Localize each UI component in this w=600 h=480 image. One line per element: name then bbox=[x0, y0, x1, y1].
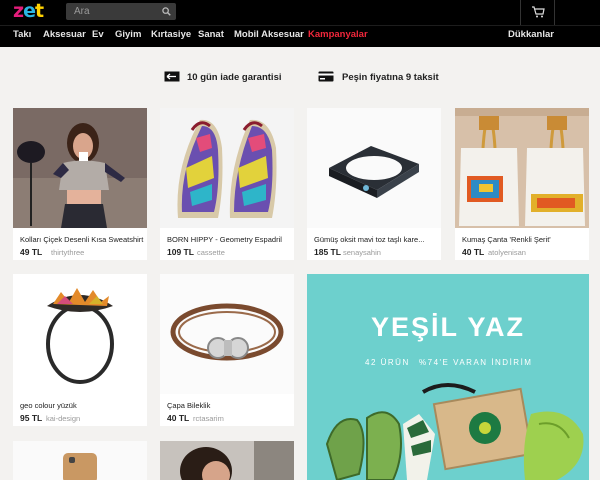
nav-item-mobil-aksesuar[interactable]: Mobil Aksesuar bbox=[234, 29, 304, 41]
product-title[interactable]: Kolları Çiçek Desenli Kısa Sweatshirt bbox=[20, 235, 143, 245]
product-price: 109 TL bbox=[167, 247, 194, 257]
nav-item-sanat[interactable]: Sanat bbox=[198, 29, 224, 41]
product-card[interactable] bbox=[13, 441, 147, 480]
product-image-portrait[interactable] bbox=[160, 441, 294, 480]
top-bar: zet Ara bbox=[0, 0, 600, 25]
nav-item-aksesuar[interactable]: Aksesuar bbox=[43, 29, 86, 41]
product-image-sweatshirt[interactable] bbox=[13, 108, 147, 228]
nav-item-kampanyalar[interactable]: Kampanyalar bbox=[308, 29, 368, 41]
guarantee-return: 10 gün iade garantisi bbox=[187, 72, 282, 83]
product-image-espadrille[interactable] bbox=[160, 108, 294, 228]
product-image-phone-case[interactable] bbox=[13, 441, 147, 480]
product-card[interactable]: BORN HIPPY - Geometry Espadril 109 TL ca… bbox=[160, 108, 294, 260]
nav-item-dukkanlar[interactable]: Dükkanlar bbox=[508, 29, 554, 41]
banner-product-count: 42 ÜRÜN bbox=[365, 358, 410, 367]
logo-letter-e: e bbox=[23, 0, 36, 22]
banner-title: YEŞİL YAZ bbox=[370, 312, 526, 342]
nav-item-ev[interactable]: Ev bbox=[92, 29, 104, 41]
product-title[interactable]: Kumaş Çanta 'Renkli Şerit' bbox=[462, 235, 551, 245]
product-card[interactable]: geo colour yüzük 95 TL kai-design bbox=[13, 274, 147, 426]
category-nav: Takı Aksesuar Ev Giyim Kırtasiye Sanat M… bbox=[0, 25, 600, 47]
product-seller[interactable]: senaysahin bbox=[343, 247, 381, 258]
product-price: 40 TL bbox=[167, 413, 190, 423]
search-box[interactable]: Ara bbox=[66, 3, 176, 20]
banner-discount: %74'E VARAN İNDİRİM bbox=[419, 358, 533, 367]
product-seller[interactable]: thirtythree bbox=[51, 247, 84, 258]
nav-item-kirtasiye[interactable]: Kırtasiye bbox=[151, 29, 191, 41]
cart-button[interactable] bbox=[520, 0, 555, 25]
return-arrow-icon bbox=[164, 71, 180, 82]
product-price: 40 TL bbox=[462, 247, 485, 257]
product-image-silver-ring[interactable] bbox=[307, 108, 441, 228]
zet-logo[interactable]: zet bbox=[13, 0, 44, 22]
product-card[interactable]: Gümüş oksit mavi toz taşlı kare... 185 T… bbox=[307, 108, 441, 260]
product-seller[interactable]: atolyenisan bbox=[488, 247, 526, 258]
product-image-anchor-bracelet[interactable] bbox=[160, 274, 294, 394]
product-seller[interactable]: kai-design bbox=[46, 413, 80, 424]
product-card[interactable]: Kumaş Çanta 'Renkli Şerit' 40 TL atolyen… bbox=[455, 108, 589, 260]
product-seller[interactable]: cassette bbox=[197, 247, 225, 258]
product-image-tote-bags[interactable] bbox=[455, 108, 589, 228]
search-icon[interactable] bbox=[162, 7, 171, 16]
product-card[interactable] bbox=[160, 441, 294, 480]
product-price: 49 TL bbox=[20, 247, 43, 257]
product-title[interactable]: Gümüş oksit mavi toz taşlı kare... bbox=[314, 235, 424, 245]
product-image-geo-ring[interactable] bbox=[13, 274, 147, 394]
cart-icon bbox=[532, 6, 545, 18]
product-card[interactable]: Çapa Bileklik 40 TL rctasarim bbox=[160, 274, 294, 426]
product-price: 95 TL bbox=[20, 413, 43, 423]
credit-card-icon bbox=[318, 71, 334, 82]
logo-letter-t: t bbox=[34, 0, 44, 22]
product-title[interactable]: Çapa Bileklik bbox=[167, 401, 210, 411]
nav-item-giyim[interactable]: Giyim bbox=[115, 29, 141, 41]
search-input[interactable]: Ara bbox=[74, 5, 90, 18]
guarantee-installment: Peşin fiyatına 9 taksit bbox=[342, 72, 439, 83]
product-title[interactable]: geo colour yüzük bbox=[20, 401, 77, 411]
nav-item-taki[interactable]: Takı bbox=[13, 29, 31, 41]
product-price: 185 TL bbox=[314, 247, 341, 257]
banner-illustration bbox=[325, 383, 584, 480]
product-title[interactable]: BORN HIPPY - Geometry Espadril bbox=[167, 235, 282, 245]
campaign-banner[interactable]: YEŞİL YAZ 42 ÜRÜN %74'E VARAN İNDİRİM bbox=[307, 274, 589, 480]
logo-letter-z: z bbox=[13, 0, 24, 22]
product-card[interactable]: Kolları Çiçek Desenli Kısa Sweatshirt 49… bbox=[13, 108, 147, 260]
product-seller[interactable]: rctasarim bbox=[193, 413, 224, 424]
